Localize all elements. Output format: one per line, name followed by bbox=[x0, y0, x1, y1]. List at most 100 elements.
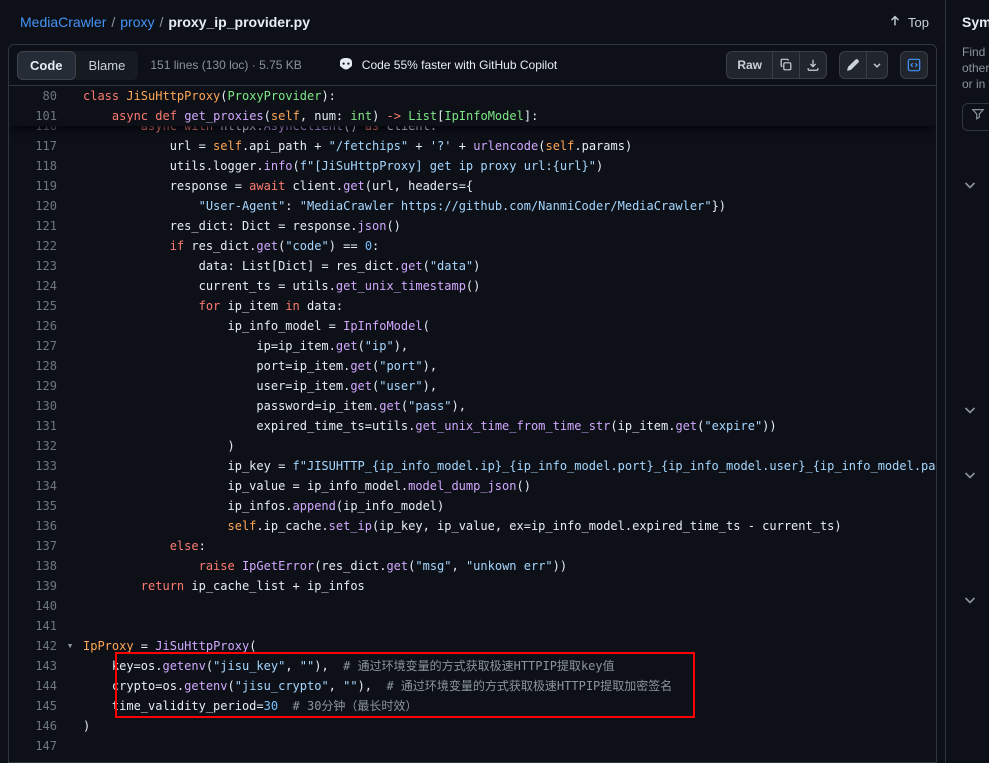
symbols-panel-toggle[interactable] bbox=[900, 51, 928, 79]
chevron-down-icon bbox=[871, 59, 883, 71]
code-line: 122 if res_dict.get("code") == 0: bbox=[9, 236, 936, 256]
code-view[interactable]: 116 async with httpx.AsyncClient() as cl… bbox=[9, 86, 936, 762]
code-text: url = self.api_path + "/fetchips" + '?' … bbox=[83, 136, 632, 156]
download-button[interactable] bbox=[799, 51, 827, 79]
line-number[interactable]: 145 bbox=[9, 696, 57, 716]
code-line: 123 data: List[Dict] = res_dict.get("dat… bbox=[9, 256, 936, 276]
code-line: 126 ip_info_model = IpInfoModel( bbox=[9, 316, 936, 336]
breadcrumb-row: MediaCrawler / proxy / proxy_ip_provider… bbox=[0, 0, 945, 44]
symbols-panel-title: Symbols bbox=[962, 8, 989, 36]
fold-spacer bbox=[57, 236, 83, 256]
code-lines: 116 async with httpx.AsyncClient() as cl… bbox=[9, 86, 936, 756]
line-number[interactable]: 122 bbox=[9, 236, 57, 256]
line-number[interactable]: 144 bbox=[9, 676, 57, 696]
line-number[interactable]: 123 bbox=[9, 256, 57, 276]
line-number[interactable]: 139 bbox=[9, 576, 57, 596]
line-number[interactable]: 129 bbox=[9, 376, 57, 396]
code-line: 128 port=ip_item.get("port"), bbox=[9, 356, 936, 376]
symbol-expand-chevron-icon[interactable] bbox=[962, 402, 978, 418]
line-number[interactable]: 101 bbox=[9, 106, 57, 126]
line-number[interactable]: 127 bbox=[9, 336, 57, 356]
symbol-expand-chevron-icon[interactable] bbox=[962, 592, 978, 608]
fold-spacer bbox=[57, 596, 83, 616]
line-number[interactable]: 147 bbox=[9, 736, 57, 756]
code-line: 121 res_dict: Dict = response.json() bbox=[9, 216, 936, 236]
code-text: for ip_item in data: bbox=[83, 296, 343, 316]
code-text: expired_time_ts=utils.get_unix_time_from… bbox=[83, 416, 777, 436]
line-number[interactable]: 146 bbox=[9, 716, 57, 736]
tab-code[interactable]: Code bbox=[17, 51, 76, 80]
breadcrumb-repo-link[interactable]: MediaCrawler bbox=[20, 14, 106, 30]
fold-spacer bbox=[57, 86, 83, 106]
back-to-top-label: Top bbox=[908, 15, 929, 30]
code-text: response = await client.get(url, headers… bbox=[83, 176, 473, 196]
line-number[interactable]: 138 bbox=[9, 556, 57, 576]
code-text: if res_dict.get("code") == 0: bbox=[83, 236, 379, 256]
fold-spacer bbox=[57, 676, 83, 696]
fold-spacer bbox=[57, 296, 83, 316]
fold-spacer bbox=[57, 536, 83, 556]
code-line: 124 current_ts = utils.get_unix_timestam… bbox=[9, 276, 936, 296]
code-line: 118 utils.logger.info(f"[JiSuHttpProxy] … bbox=[9, 156, 936, 176]
line-number[interactable]: 126 bbox=[9, 316, 57, 336]
edit-dropdown-button[interactable] bbox=[866, 51, 888, 79]
code-text: utils.logger.info(f"[JiSuHttpProxy] get … bbox=[83, 156, 603, 176]
code-text: class JiSuHttpProxy(ProxyProvider): bbox=[83, 86, 336, 106]
breadcrumb-folder-link[interactable]: proxy bbox=[120, 14, 154, 30]
line-number[interactable]: 80 bbox=[9, 86, 57, 106]
symbol-expand-chevron-icon[interactable] bbox=[962, 467, 978, 483]
line-number[interactable]: 131 bbox=[9, 416, 57, 436]
code-line: 129 user=ip_item.get("user"), bbox=[9, 376, 936, 396]
line-number[interactable]: 132 bbox=[9, 436, 57, 456]
code-text: ip=ip_item.get("ip"), bbox=[83, 336, 408, 356]
fold-spacer bbox=[57, 696, 83, 716]
line-number[interactable]: 142 bbox=[9, 636, 57, 656]
fold-spacer bbox=[57, 476, 83, 496]
line-number[interactable]: 121 bbox=[9, 216, 57, 236]
code-line: 137 else: bbox=[9, 536, 936, 556]
line-number[interactable]: 134 bbox=[9, 476, 57, 496]
github-file-view: MediaCrawler / proxy / proxy_ip_provider… bbox=[0, 0, 989, 763]
code-line: 141 bbox=[9, 616, 936, 636]
symbol-expand-chevron-icon[interactable] bbox=[962, 177, 978, 193]
copilot-banner[interactable]: Code 55% faster with GitHub Copilot bbox=[338, 56, 557, 75]
fold-spacer bbox=[57, 496, 83, 516]
collapse-chevron-icon[interactable]: ▾ bbox=[57, 636, 83, 656]
line-number[interactable]: 124 bbox=[9, 276, 57, 296]
fold-spacer bbox=[57, 156, 83, 176]
code-text: ip_infos.append(ip_info_model) bbox=[83, 496, 444, 516]
line-number[interactable]: 133 bbox=[9, 456, 57, 476]
copy-button[interactable] bbox=[772, 51, 800, 79]
code-square-icon bbox=[907, 58, 921, 72]
line-number[interactable]: 125 bbox=[9, 296, 57, 316]
copy-icon bbox=[779, 58, 793, 72]
back-to-top-button[interactable]: Top bbox=[888, 14, 929, 31]
fold-spacer bbox=[57, 176, 83, 196]
line-number[interactable]: 141 bbox=[9, 616, 57, 636]
line-number[interactable]: 118 bbox=[9, 156, 57, 176]
fold-spacer bbox=[57, 316, 83, 336]
code-line: 120 "User-Agent": "MediaCrawler https://… bbox=[9, 196, 936, 216]
line-number[interactable]: 117 bbox=[9, 136, 57, 156]
filter-funnel-icon bbox=[971, 107, 985, 126]
line-number[interactable]: 136 bbox=[9, 516, 57, 536]
line-number[interactable]: 130 bbox=[9, 396, 57, 416]
code-line: 130 password=ip_item.get("pass"), bbox=[9, 396, 936, 416]
line-number[interactable]: 143 bbox=[9, 656, 57, 676]
line-number[interactable]: 120 bbox=[9, 196, 57, 216]
code-text: async def get_proxies(self, num: int) ->… bbox=[83, 106, 538, 126]
fold-spacer bbox=[57, 276, 83, 296]
tab-blame[interactable]: Blame bbox=[76, 51, 139, 80]
line-number[interactable]: 140 bbox=[9, 596, 57, 616]
edit-button[interactable] bbox=[839, 51, 867, 79]
copilot-icon bbox=[338, 56, 354, 75]
code-text: port=ip_item.get("port"), bbox=[83, 356, 437, 376]
code-text: ) bbox=[83, 436, 235, 456]
line-number[interactable]: 128 bbox=[9, 356, 57, 376]
code-text: "User-Agent": "MediaCrawler https://gith… bbox=[83, 196, 726, 216]
pencil-icon bbox=[846, 58, 860, 72]
line-number[interactable]: 137 bbox=[9, 536, 57, 556]
line-number[interactable]: 119 bbox=[9, 176, 57, 196]
line-number[interactable]: 135 bbox=[9, 496, 57, 516]
raw-button[interactable]: Raw bbox=[726, 51, 773, 79]
